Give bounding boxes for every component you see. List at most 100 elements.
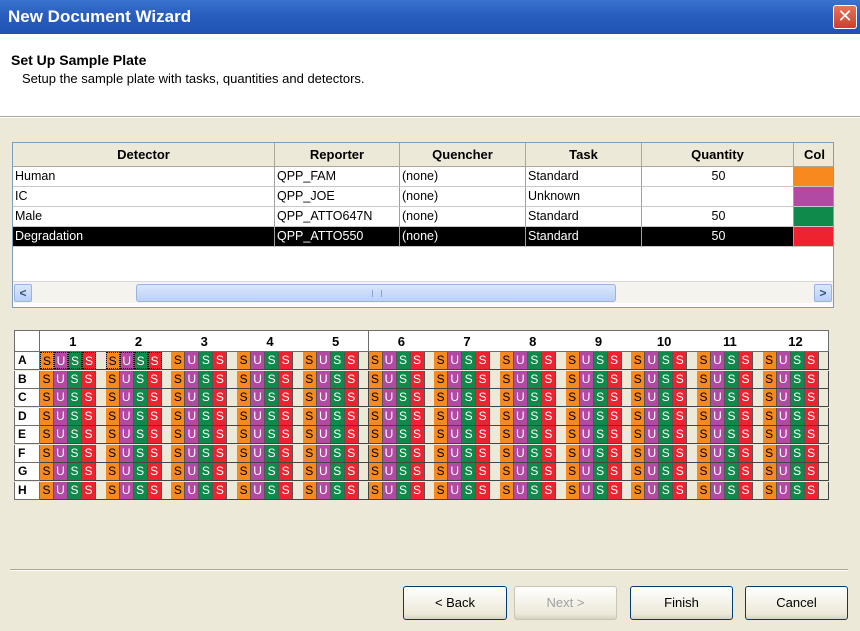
plate-well[interactable]: SUSS [631,426,698,444]
plate-row-header[interactable]: D [14,407,40,426]
plate-well[interactable]: SUSS [631,370,698,389]
plate-well[interactable]: SUSS [762,407,830,426]
next-button[interactable]: Next > [514,586,617,620]
plate-well[interactable]: SUSS [302,407,370,426]
plate-well[interactable]: SUSS [631,444,698,463]
plate-well[interactable]: SUSS [631,407,698,426]
reporter-cell[interactable]: QPP_FAM [275,167,400,187]
plate-well[interactable]: SUSS [762,463,830,481]
plate-well[interactable]: SUSS [697,463,764,481]
plate-well[interactable]: SUSS [499,481,567,500]
plate-well[interactable]: SUSS [171,407,239,426]
plate-well[interactable]: SUSS [40,389,107,407]
plate-column-header[interactable]: 10 [631,330,698,352]
task-cell[interactable]: Standard [526,167,642,187]
plate-well[interactable]: SUSS [237,481,304,500]
back-button[interactable]: < Back [403,586,507,620]
color-swatch[interactable] [794,227,833,247]
plate-well[interactable]: SUSS [40,370,107,389]
plate-well[interactable]: SUSS [368,481,436,500]
plate-well[interactable]: SUSS [40,407,107,426]
quencher-cell[interactable]: (none) [400,167,526,187]
table-row[interactable]: IC QPP_JOE (none) Unknown [13,187,833,207]
plate-well[interactable]: SUSS [434,463,501,481]
plate-row-header[interactable]: E [14,426,40,444]
plate-well[interactable]: SUSS [302,463,370,481]
plate-column-header[interactable]: 6 [368,330,436,352]
detector-cell[interactable]: Degradation [13,227,275,247]
plate-column-header[interactable]: 4 [237,330,304,352]
column-header-color[interactable]: Col [794,143,833,167]
plate-well[interactable]: SUSS [105,426,173,444]
plate-well[interactable]: SUSS [237,463,304,481]
plate-well[interactable]: SUSS [434,389,501,407]
table-row[interactable]: Degradation QPP_ATTO550 (none) Standard 50 [13,227,833,247]
plate-well[interactable]: SUSS [697,352,764,370]
plate-well[interactable]: SUSS [302,481,370,500]
close-icon[interactable]: ✕ [833,5,857,29]
plate-well[interactable]: SUSS [40,481,107,500]
plate-well[interactable]: SUSS [105,407,173,426]
plate-well[interactable]: SUSS [237,370,304,389]
plate-well[interactable]: SUSS [631,389,698,407]
plate-well[interactable]: SUSS [171,370,239,389]
quantity-cell[interactable]: 50 [642,167,794,187]
plate-well[interactable]: SUSS [631,463,698,481]
plate-well[interactable]: SUSS [237,444,304,463]
plate-well[interactable]: SUSS [171,463,239,481]
plate-well[interactable]: SUSS [499,370,567,389]
plate-well[interactable]: SUSS [499,463,567,481]
quencher-cell[interactable]: (none) [400,187,526,207]
plate-well[interactable]: SUSS [499,407,567,426]
table-row[interactable]: Human QPP_FAM (none) Standard 50 [13,167,833,187]
plate-well[interactable]: SUSS [40,352,107,370]
plate-well[interactable]: SUSS [434,407,501,426]
plate-well[interactable]: SUSS [171,481,239,500]
plate-well[interactable]: SUSS [499,389,567,407]
plate-well[interactable]: SUSS [237,352,304,370]
plate-well[interactable]: SUSS [697,370,764,389]
reporter-cell[interactable]: QPP_JOE [275,187,400,207]
plate-well[interactable]: SUSS [105,352,173,370]
plate-well[interactable]: SUSS [697,444,764,463]
plate-well[interactable]: SUSS [565,463,633,481]
reporter-cell[interactable]: QPP_ATTO647N [275,207,400,227]
plate-well[interactable]: SUSS [434,426,501,444]
cancel-button[interactable]: Cancel [745,586,848,620]
plate-well[interactable]: SUSS [697,481,764,500]
plate-well[interactable]: SUSS [697,389,764,407]
scroll-thumb[interactable] [136,284,616,302]
table-horizontal-scrollbar[interactable]: < > [13,281,833,303]
scroll-right-icon[interactable]: > [814,284,832,302]
quencher-cell[interactable]: (none) [400,227,526,247]
quantity-cell[interactable]: 50 [642,207,794,227]
task-cell[interactable]: Unknown [526,187,642,207]
plate-well[interactable]: SUSS [434,481,501,500]
table-row[interactable]: Male QPP_ATTO647N (none) Standard 50 [13,207,833,227]
plate-well[interactable]: SUSS [565,444,633,463]
finish-button[interactable]: Finish [630,586,733,620]
plate-well[interactable]: SUSS [105,463,173,481]
color-swatch[interactable] [794,207,833,227]
plate-well[interactable]: SUSS [40,444,107,463]
task-cell[interactable]: Standard [526,227,642,247]
column-header-quantity[interactable]: Quantity [642,143,794,167]
plate-well[interactable]: SUSS [105,444,173,463]
plate-well[interactable]: SUSS [762,352,830,370]
plate-row-header[interactable]: A [14,352,40,370]
plate-well[interactable]: SUSS [762,426,830,444]
plate-well[interactable]: SUSS [565,370,633,389]
plate-well[interactable]: SUSS [565,426,633,444]
detector-cell[interactable]: Male [13,207,275,227]
plate-well[interactable]: SUSS [302,426,370,444]
plate-well[interactable]: SUSS [499,352,567,370]
plate-column-header[interactable]: 3 [171,330,239,352]
color-swatch[interactable] [794,187,833,207]
plate-well[interactable]: SUSS [40,426,107,444]
plate-row-header[interactable]: G [14,463,40,481]
quencher-cell[interactable]: (none) [400,207,526,227]
scroll-left-icon[interactable]: < [14,284,32,302]
column-header-quencher[interactable]: Quencher [400,143,526,167]
plate-well[interactable]: SUSS [237,407,304,426]
plate-column-header[interactable]: 9 [565,330,633,352]
